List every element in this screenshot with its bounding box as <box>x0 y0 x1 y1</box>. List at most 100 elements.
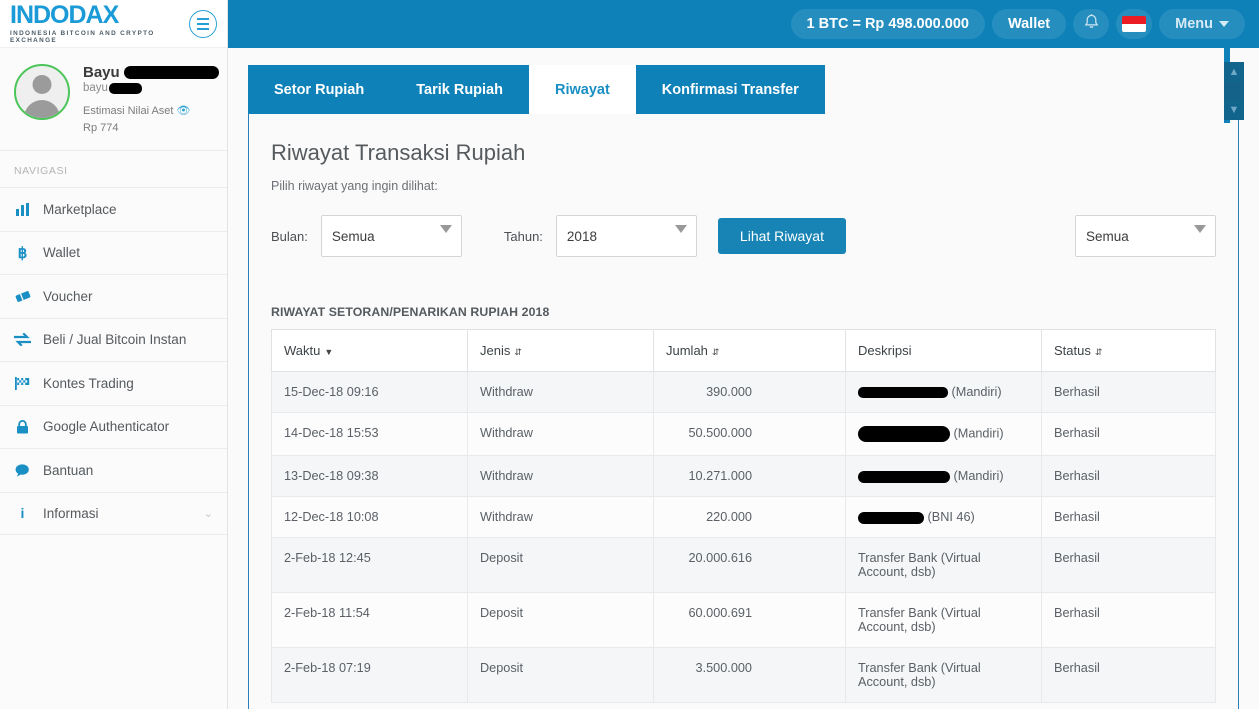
chevron-down-icon[interactable]: ⌄ <box>204 507 213 520</box>
tab-bar: Setor Rupiah Tarik Rupiah Riwayat Konfir… <box>228 48 1259 114</box>
table-body: 15-Dec-18 09:16 Withdraw 390.000 (Mandiri)… <box>271 371 1216 703</box>
bank-name: (Mandiri) <box>950 426 1004 441</box>
logo[interactable]: INDODAX INDONESIA BITCOIN AND CRYPTO EXC… <box>10 3 189 45</box>
bank-name: (BNI 46) <box>924 510 975 524</box>
btc-rate-badge[interactable]: 1 BTC = Rp 498.000.000 <box>790 9 985 39</box>
sort-both-icon: ⇵ <box>514 347 522 357</box>
month-label: Bulan: <box>271 228 308 244</box>
tab-riwayat[interactable]: Riwayat <box>528 65 636 114</box>
sidebar-item-label: Voucher <box>43 288 93 304</box>
table-row: 14-Dec-18 15:53 Withdraw 50.500.000 (Mandi… <box>271 412 1216 456</box>
table-row: 12-Dec-18 10:08 Withdraw 220.000 (BNI 46) B… <box>271 496 1216 538</box>
sidebar-item-bantuan[interactable]: Bantuan <box>0 448 227 492</box>
wallet-button[interactable]: Wallet <box>991 9 1067 39</box>
menu-button[interactable]: Menu <box>1159 9 1245 39</box>
sidebar-item-voucher[interactable]: Voucher <box>0 274 227 318</box>
notifications-button[interactable] <box>1073 9 1110 39</box>
amount-value: 10.271.000 <box>688 469 753 483</box>
chevron-down-icon <box>439 225 452 233</box>
amount-value: 390.000 <box>706 385 752 399</box>
bank-name: (Mandiri) <box>950 469 1004 483</box>
cell-deskripsi: (Mandiri) <box>845 371 1042 413</box>
tab-setor-rupiah[interactable]: Setor Rupiah <box>248 65 391 114</box>
history-panel: Riwayat Transaksi Rupiah Pilih riwayat y… <box>248 114 1239 709</box>
month-select-value: Semua <box>331 228 375 244</box>
redacted-account-number <box>858 470 950 483</box>
cell-status: Berhasil <box>1041 496 1216 538</box>
checkered-flag-icon <box>14 376 31 391</box>
cell-waktu: 2-Feb-18 07:19 <box>271 647 468 703</box>
cell-waktu: 2-Feb-18 12:45 <box>271 537 468 593</box>
bitcoin-icon: ฿ <box>17 244 28 262</box>
cell-deskripsi: Transfer Bank (Virtual Account, dsb) <box>845 537 1042 593</box>
sidebar-item-label: Google Authenticator <box>43 419 170 435</box>
tab-konfirmasi-transfer[interactable]: Konfirmasi Transfer <box>635 65 825 114</box>
sidebar-item-google-authenticator[interactable]: Google Authenticator <box>0 404 227 449</box>
cell-status: Berhasil <box>1041 371 1216 413</box>
sidebar-item-label: Wallet <box>43 245 81 261</box>
sidebar-item-label: Informasi <box>43 505 99 521</box>
column-header-jenis[interactable]: Jenis ⇵ <box>467 329 654 372</box>
cell-jumlah: 10.271.000 <box>653 455 846 497</box>
cell-jenis: Withdraw <box>467 455 654 497</box>
sidebar-item-label: Bantuan <box>43 462 94 478</box>
sidebar-item-beli-jual-bitcoin-instan[interactable]: Beli / Jual Bitcoin Instan <box>0 317 227 362</box>
profile-name: Bayu <box>83 64 120 81</box>
column-header-jumlah[interactable]: Jumlah ⇵ <box>653 329 846 372</box>
cell-jenis: Withdraw <box>467 371 654 413</box>
cell-jenis: Withdraw <box>467 412 654 456</box>
column-header-status[interactable]: Status ⇵ <box>1041 329 1216 372</box>
page-subtitle: Pilih riwayat yang ingin dilihat: <box>271 179 438 193</box>
cell-status: Berhasil <box>1041 647 1216 703</box>
top-header: 1 BTC = Rp 498.000.000 Wallet Menu <box>228 0 1259 48</box>
sidebar-item-kontes-trading[interactable]: Kontes Trading <box>0 361 227 405</box>
redacted-name <box>123 66 219 79</box>
chevron-down-icon[interactable]: ▼ <box>1224 100 1244 120</box>
type-select[interactable]: Semua <box>1075 215 1216 257</box>
amount-value: 220.000 <box>706 510 752 524</box>
column-header-deskripsi[interactable]: Deskripsi <box>845 329 1042 372</box>
cell-jenis: Deposit <box>467 647 654 703</box>
cell-waktu: 13-Dec-18 09:38 <box>271 455 468 497</box>
avatar[interactable] <box>14 64 70 120</box>
asset-value: Rp 774 <box>83 121 119 134</box>
main-content: Setor Rupiah Tarik Rupiah Riwayat Konfir… <box>228 48 1259 709</box>
view-history-button[interactable]: Lihat Riwayat <box>717 218 846 254</box>
sidebar-item-label: Beli / Jual Bitcoin Instan <box>43 332 187 348</box>
bank-name: (Mandiri) <box>948 385 1002 399</box>
table-row: 2-Feb-18 12:45 Deposit 20.000.616 Transfer … <box>271 537 1216 593</box>
scroll-track[interactable] <box>1224 82 1244 100</box>
sidebar-item-informasi[interactable]: i Informasi ⌄ <box>0 491 227 535</box>
chevron-up-icon[interactable]: ▲ <box>1224 62 1244 82</box>
page-scroll-control[interactable]: ▲ ▼ <box>1224 62 1244 120</box>
column-label: Jumlah <box>666 343 708 358</box>
cell-status: Berhasil <box>1041 412 1216 456</box>
sidebar-item-wallet[interactable]: ฿ Wallet <box>0 230 227 275</box>
cell-jumlah: 50.500.000 <box>653 412 846 456</box>
type-select-value: Semua <box>1086 228 1129 244</box>
cell-jumlah: 20.000.616 <box>653 537 846 593</box>
language-button[interactable] <box>1116 9 1153 39</box>
flag-stripe-white <box>1122 24 1147 32</box>
sort-both-icon: ⇵ <box>1094 347 1103 357</box>
column-header-waktu[interactable]: Waktu ▼ <box>271 329 468 372</box>
redacted-account-number <box>858 426 950 442</box>
redacted-account-number <box>858 511 924 524</box>
bar-chart-icon <box>14 202 31 216</box>
table-row: 2-Feb-18 11:54 Deposit 60.000.691 Transfer … <box>271 592 1216 648</box>
sidebar-toggle-button[interactable] <box>189 9 217 38</box>
tab-tarik-rupiah[interactable]: Tarik Rupiah <box>390 65 529 114</box>
cell-waktu: 14-Dec-18 15:53 <box>271 412 468 456</box>
sidebar-item-marketplace[interactable]: Marketplace <box>0 187 227 231</box>
year-label: Tahun: <box>503 228 543 244</box>
amount-value: 50.500.000 <box>688 426 753 440</box>
user-profile: Bayu bayu Estimasi Nilai Aset 👁 Rp 774 <box>0 48 227 150</box>
month-select[interactable]: Semua <box>320 215 462 257</box>
eye-icon[interactable]: 👁 <box>177 105 191 117</box>
bell-icon <box>1084 14 1099 34</box>
cell-jenis: Withdraw <box>467 496 654 538</box>
menu-label: Menu <box>1175 16 1213 32</box>
sidebar-item-label: Marketplace <box>43 201 117 217</box>
year-select[interactable]: 2018 <box>555 215 697 257</box>
cell-status: Berhasil <box>1041 537 1216 593</box>
